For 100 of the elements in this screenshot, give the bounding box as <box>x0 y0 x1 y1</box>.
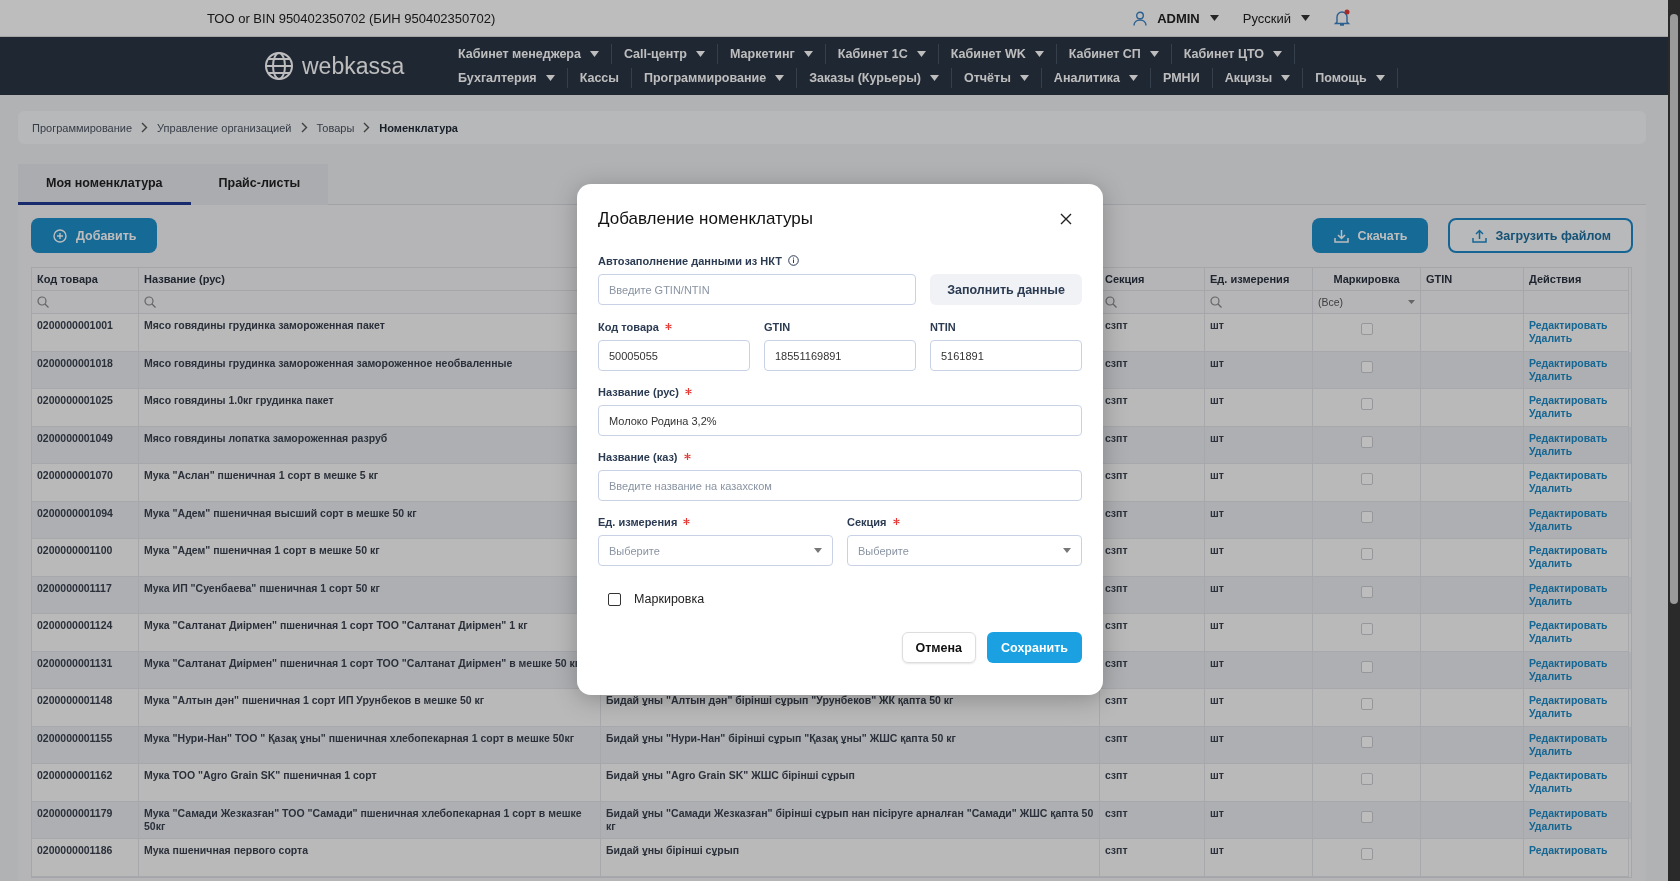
action-link[interactable]: Редактировать <box>1529 844 1608 857</box>
action-link[interactable]: Редактировать <box>1529 694 1608 707</box>
action-link[interactable]: Редактировать <box>1529 581 1608 595</box>
action-link[interactable]: Редактировать <box>1529 544 1608 557</box>
table-cell: Бидай ұны "Нури-Нан" бірінші сұрып "Қазақ ұны" ЖШС қапта 50 кг <box>606 731 956 744</box>
nav-menu-item[interactable]: Кабинет СП <box>1056 44 1172 64</box>
nav-menu-item[interactable]: Кабинет 1С <box>825 44 939 64</box>
scrollbar[interactable] <box>1668 0 1680 881</box>
action-link[interactable]: Редактировать <box>1529 469 1608 482</box>
action-link[interactable]: Редактировать <box>1529 656 1608 670</box>
chevron-right-icon <box>363 122 371 133</box>
action-link[interactable]: Удалить <box>1529 444 1573 458</box>
caret-icon <box>545 75 555 81</box>
input-field[interactable]: Введите GTIN/NTIN <box>598 274 916 305</box>
nav-menu-item[interactable]: Кабинет ЦТО <box>1171 44 1296 64</box>
nav-menu-item[interactable]: Кассы <box>567 68 632 88</box>
search-icon[interactable] <box>144 296 156 308</box>
user-menu[interactable]: ADMIN <box>1157 10 1219 26</box>
input-field[interactable]: 50005055 <box>598 340 750 371</box>
table-cell: шт <box>1210 619 1224 631</box>
action-link[interactable]: Редактировать <box>1529 506 1608 520</box>
table-cell: шт <box>1210 394 1224 406</box>
action-link[interactable]: Редактировать <box>1529 319 1608 332</box>
table-cell: 0200000001100 <box>37 544 113 556</box>
nav-menu-item[interactable]: Программирование <box>632 68 798 88</box>
action-link[interactable]: Удалить <box>1529 782 1573 795</box>
search-icon[interactable] <box>1210 296 1222 308</box>
nav-menu-item[interactable]: Помощь <box>1303 68 1398 88</box>
nav-menu-item[interactable]: РМНИ <box>1151 68 1213 88</box>
select-field[interactable]: Выберите <box>598 535 833 566</box>
cancel-button[interactable]: Отмена <box>901 632 977 663</box>
nav-menu-item[interactable]: Заказы (Курьеры) <box>797 68 952 88</box>
breadcrumb-link[interactable]: Управление организацией <box>157 121 292 134</box>
action-link[interactable]: Редактировать <box>1529 806 1608 820</box>
checkbox[interactable] <box>608 592 621 606</box>
nav-menu-item[interactable]: Акцизы <box>1212 68 1304 88</box>
nav-menu-item[interactable]: Отчёты <box>952 68 1042 88</box>
table-cell: Бидай ұны "Agro Grain SK" ЖШС бірінші сұрып <box>606 769 855 781</box>
action-link[interactable]: Удалить <box>1529 332 1573 345</box>
table-cell: Мука "Адем" пшеничная высший сорт в мешке 50 кг <box>144 506 417 519</box>
table-cell: 0200000001094 <box>37 506 113 519</box>
search-icon[interactable] <box>1105 296 1117 308</box>
breadcrumb-link[interactable]: Товары <box>316 121 355 134</box>
notification-bell-icon[interactable] <box>1334 9 1350 27</box>
action-link[interactable]: Удалить <box>1529 519 1573 533</box>
table-cell: 0200000001025 <box>37 394 113 406</box>
close-icon[interactable] <box>1060 213 1072 225</box>
action-link[interactable]: Удалить <box>1529 669 1573 683</box>
action-link[interactable]: Удалить <box>1529 369 1573 383</box>
action-link[interactable]: Редактировать <box>1529 619 1608 632</box>
save-button[interactable]: Сохранить <box>987 632 1082 663</box>
nav-menu-item[interactable]: Аналитика <box>1041 68 1152 88</box>
action-link[interactable]: Удалить <box>1529 482 1573 495</box>
download-button[interactable]: Скачать <box>1311 218 1428 253</box>
upload-button[interactable]: Загрузить файлом <box>1447 218 1633 253</box>
tab[interactable]: Моя номенклатура <box>18 164 191 205</box>
action-link[interactable]: Удалить <box>1529 557 1573 570</box>
table-cell: Мука пшеничная первого сорта <box>144 844 309 856</box>
nav-menu-item[interactable]: Кабинет менеджера <box>446 44 612 64</box>
breadcrumb-link[interactable]: Номенклатура <box>379 121 458 134</box>
action-link[interactable]: Удалить <box>1529 632 1573 645</box>
action-link[interactable]: Редактировать <box>1529 356 1608 370</box>
select-field[interactable]: Выберите <box>847 535 1082 566</box>
breadcrumb-link[interactable]: Программирование <box>32 121 133 134</box>
fill-data-button[interactable]: Заполнить данные <box>930 274 1082 305</box>
input-field[interactable]: Молоко Родина 3,2% <box>598 405 1082 436</box>
plus-circle-icon <box>53 228 67 243</box>
action-link[interactable]: Редактировать <box>1529 769 1608 782</box>
action-link[interactable]: Редактировать <box>1529 431 1608 445</box>
action-link[interactable]: Удалить <box>1529 707 1573 720</box>
action-link[interactable]: Редактировать <box>1529 731 1608 745</box>
required-icon <box>683 518 691 525</box>
action-link[interactable]: Удалить <box>1529 819 1573 833</box>
tab[interactable]: Прайс-листы <box>190 164 329 205</box>
add-button[interactable]: Добавить <box>31 218 157 253</box>
nav-menu-item[interactable]: Маркетинг <box>718 44 826 64</box>
caret-icon <box>775 75 785 81</box>
action-link[interactable]: Редактировать <box>1529 394 1608 407</box>
dialog-title: Добавление номенклатуры <box>598 209 813 229</box>
nav-menu-item[interactable]: Call-центр <box>611 44 718 64</box>
language-select[interactable]: Русский <box>1242 10 1310 26</box>
action-link[interactable]: Удалить <box>1529 407 1573 420</box>
action-link[interactable]: Удалить <box>1529 744 1573 758</box>
caret-icon <box>803 51 813 57</box>
input-field[interactable]: 5161891 <box>930 340 1082 371</box>
table-cell: 0200000001018 <box>37 356 113 369</box>
caret-icon <box>589 51 599 57</box>
input-field[interactable]: 18551169891 <box>764 340 916 371</box>
caret-icon <box>1273 51 1283 57</box>
info-icon[interactable] <box>787 255 799 266</box>
input-field[interactable]: Введите название на казахском <box>598 470 1082 501</box>
nav-menu-item[interactable]: Бухгалтерия <box>446 68 568 88</box>
nav-menu-item[interactable]: Кабинет WK <box>938 44 1057 64</box>
caret-icon <box>1209 15 1219 21</box>
action-link[interactable]: Удалить <box>1529 594 1573 608</box>
table-cell: шт <box>1210 469 1224 481</box>
search-icon[interactable] <box>37 296 49 308</box>
required-icon <box>684 388 692 395</box>
filter-select[interactable]: (Все) <box>1318 296 1415 308</box>
table-cell: сзпт <box>1105 544 1128 556</box>
